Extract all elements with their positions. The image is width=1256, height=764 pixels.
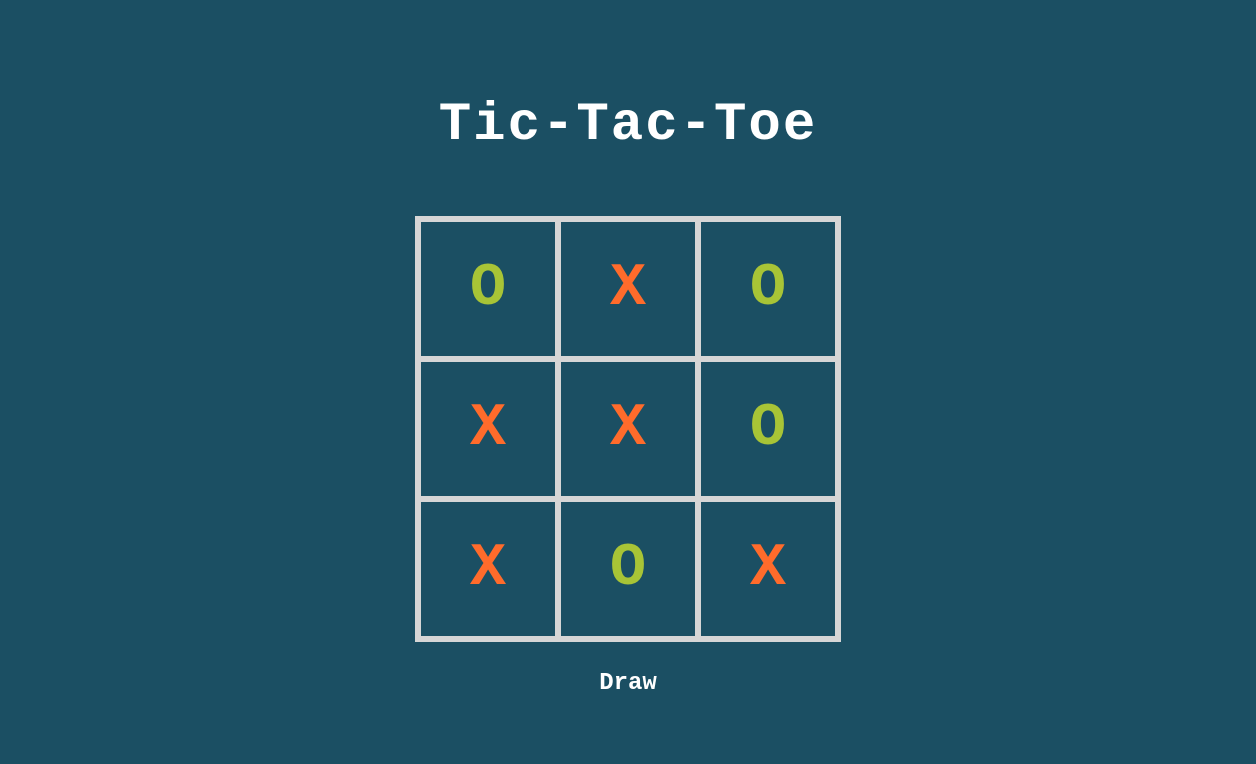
cell-1[interactable]: X bbox=[558, 219, 698, 359]
cell-3[interactable]: X bbox=[418, 359, 558, 499]
game-title: Tic-Tac-Toe bbox=[439, 95, 817, 156]
cell-7[interactable]: O bbox=[558, 499, 698, 639]
cell-4[interactable]: X bbox=[558, 359, 698, 499]
game-status: Draw bbox=[599, 670, 657, 697]
cell-8[interactable]: X bbox=[698, 499, 838, 639]
cell-0[interactable]: O bbox=[418, 219, 558, 359]
cell-2[interactable]: O bbox=[698, 219, 838, 359]
cell-5[interactable]: O bbox=[698, 359, 838, 499]
cell-6[interactable]: X bbox=[418, 499, 558, 639]
game-board: O X O X X O X O X bbox=[415, 216, 841, 642]
